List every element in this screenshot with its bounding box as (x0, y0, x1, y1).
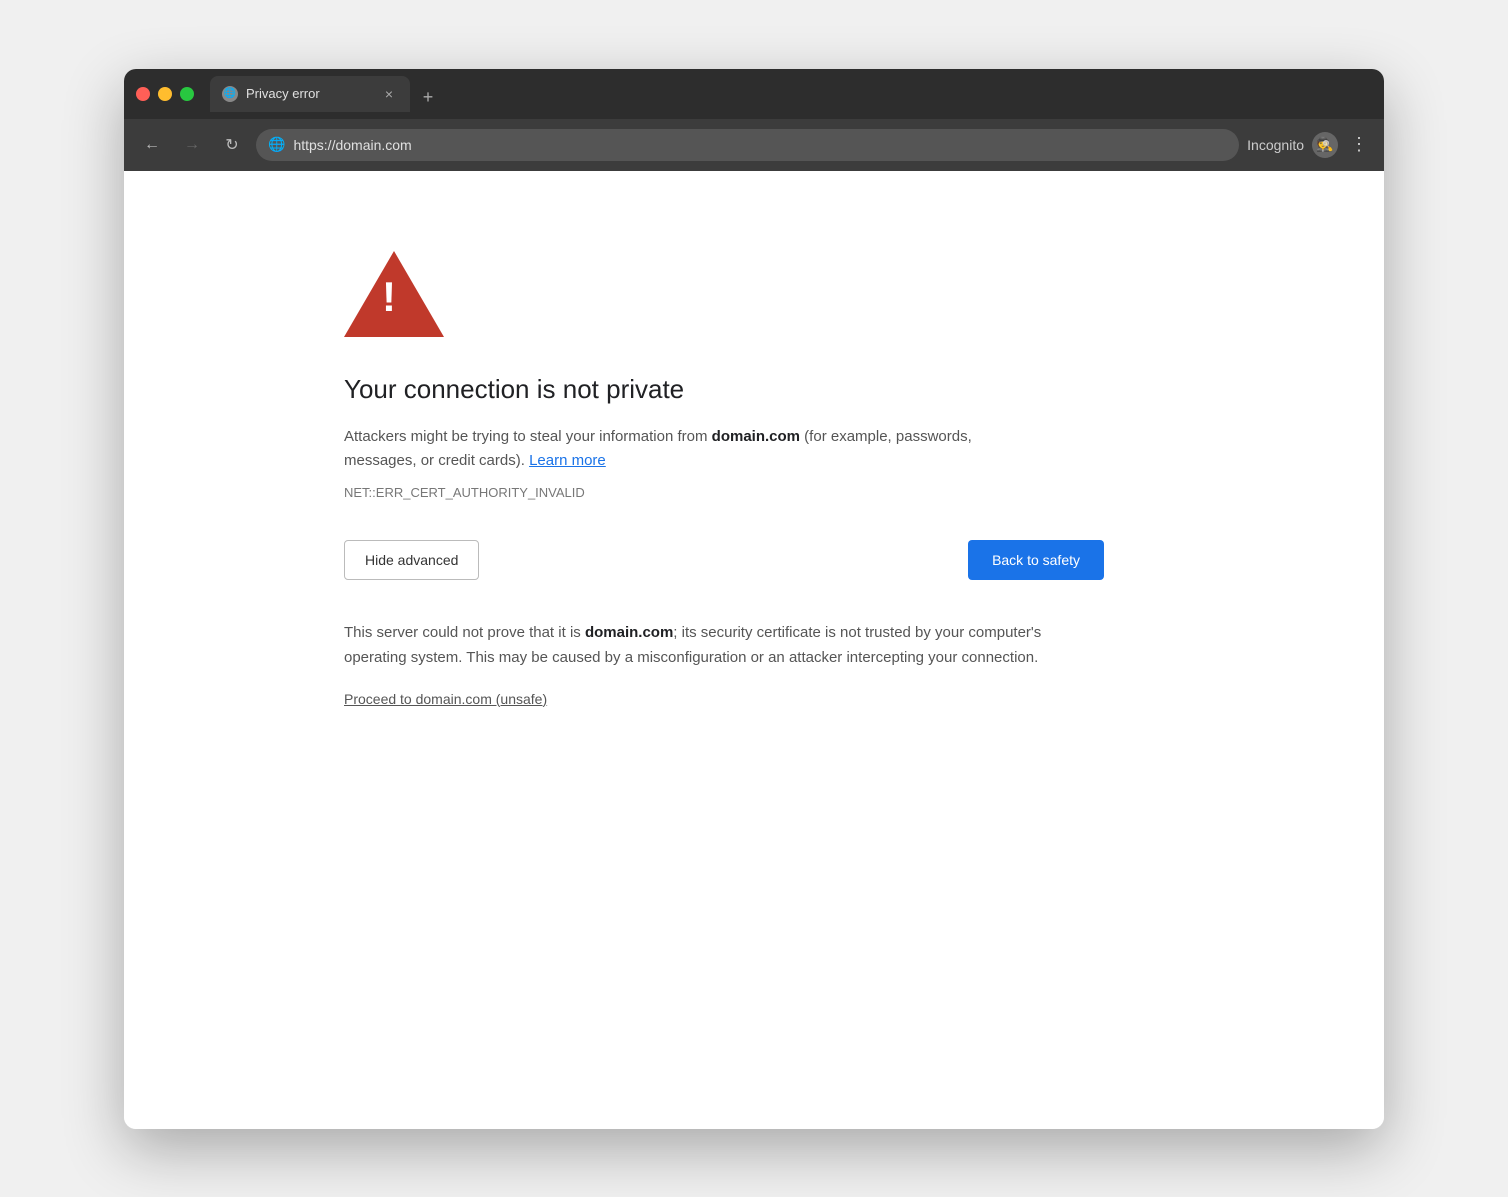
incognito-label: Incognito (1247, 137, 1304, 153)
adv-desc-text-1: This server could not prove that it is (344, 624, 585, 641)
page-content: Your connection is not private Attackers… (124, 171, 1384, 1129)
forward-button[interactable]: → (176, 129, 208, 161)
reload-button[interactable]: ↻ (216, 129, 248, 161)
desc-text-1: Attackers might be trying to steal your … (344, 428, 712, 445)
error-description: Attackers might be trying to steal your … (344, 425, 1024, 473)
adv-desc-domain: domain.com (585, 624, 673, 641)
maximize-window-button[interactable] (180, 87, 194, 101)
incognito-area: Incognito 🕵 (1247, 132, 1338, 158)
minimize-window-button[interactable] (158, 87, 172, 101)
desc-domain: domain.com (712, 428, 800, 445)
warning-icon-wrap (344, 251, 1104, 342)
toolbar: ← → ↻ 🌐 https://domain.com Incognito 🕵 ⋮ (124, 119, 1384, 171)
new-tab-button[interactable]: + (414, 84, 442, 112)
address-text: https://domain.com (293, 137, 411, 153)
error-container: Your connection is not private Attackers… (344, 251, 1104, 709)
active-tab[interactable]: 🌐 Privacy error × (210, 76, 410, 112)
title-bar: 🌐 Privacy error × + (124, 69, 1384, 119)
browser-window: 🌐 Privacy error × + ← → ↻ 🌐 https://doma… (124, 69, 1384, 1129)
close-window-button[interactable] (136, 87, 150, 101)
tab-title: Privacy error (246, 86, 372, 101)
menu-button[interactable]: ⋮ (1346, 130, 1372, 159)
warning-triangle-icon (344, 251, 444, 337)
back-to-safety-button[interactable]: Back to safety (968, 540, 1104, 580)
tab-favicon: 🌐 (222, 86, 238, 102)
back-button[interactable]: ← (136, 129, 168, 161)
learn-more-link[interactable]: Learn more (529, 452, 606, 469)
tab-area: 🌐 Privacy error × + (210, 76, 1372, 112)
incognito-icon: 🕵 (1312, 132, 1338, 158)
address-icon: 🌐 (268, 136, 285, 153)
error-title: Your connection is not private (344, 374, 1104, 405)
traffic-lights (136, 87, 194, 101)
error-code: NET::ERR_CERT_AUTHORITY_INVALID (344, 485, 1104, 500)
button-row: Hide advanced Back to safety (344, 540, 1104, 580)
advanced-description: This server could not prove that it is d… (344, 620, 1104, 671)
address-bar[interactable]: 🌐 https://domain.com (256, 129, 1239, 161)
close-tab-button[interactable]: × (380, 85, 398, 103)
proceed-link[interactable]: Proceed to domain.com (unsafe) (344, 691, 547, 707)
hide-advanced-button[interactable]: Hide advanced (344, 540, 479, 580)
